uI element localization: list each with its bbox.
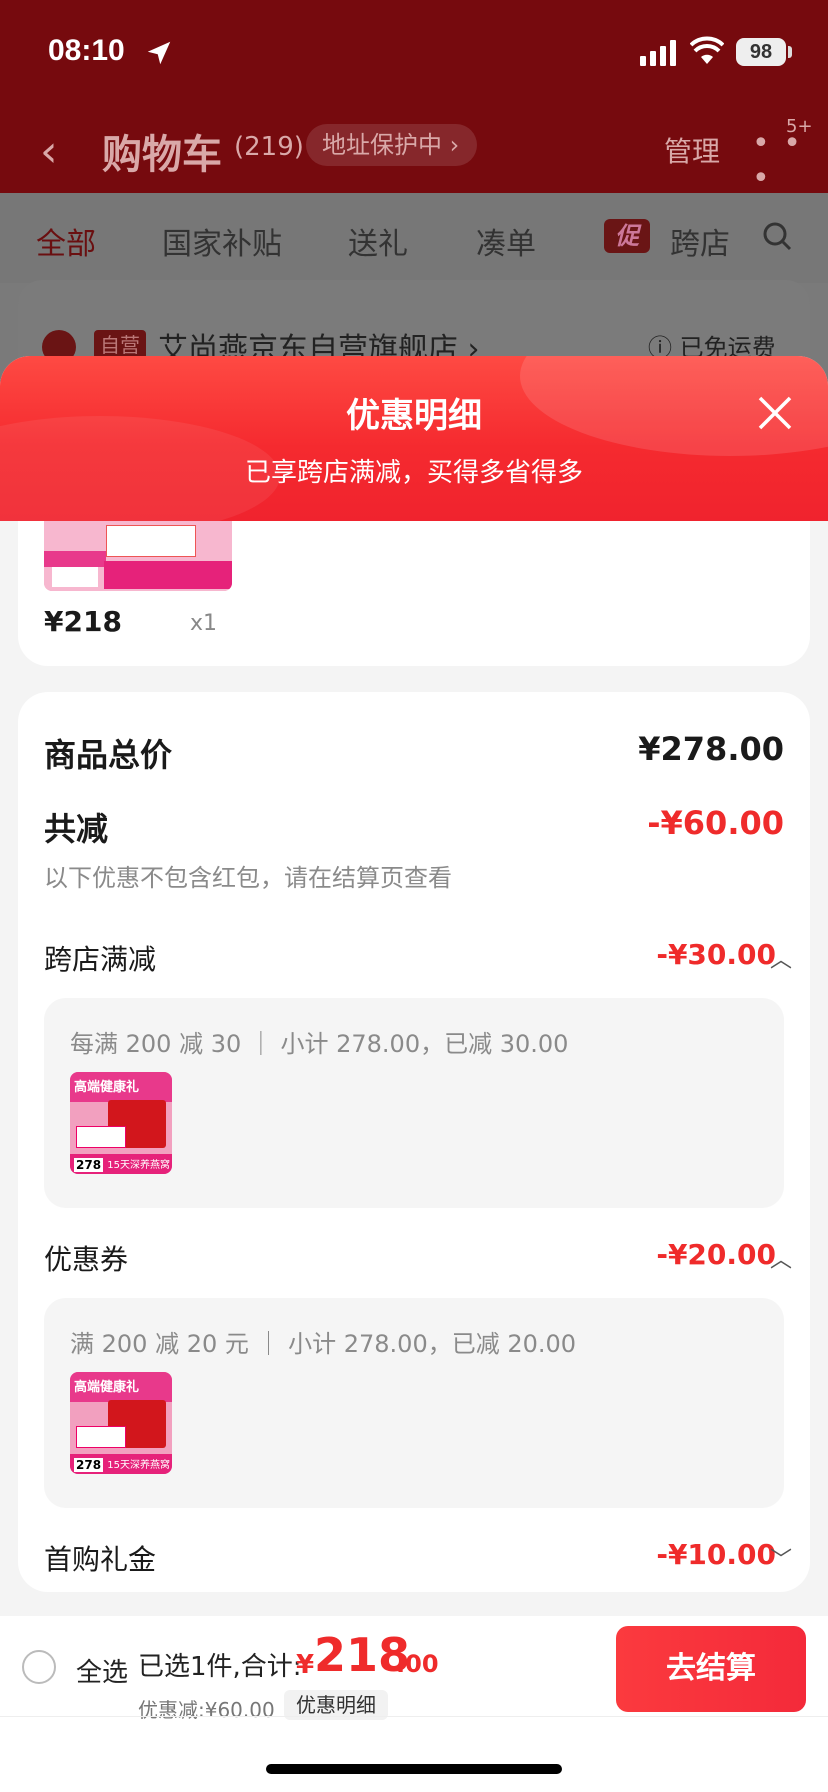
promo-badge: 促 [604,219,650,253]
select-all-checkbox[interactable] [22,1650,56,1684]
back-button[interactable]: ‹ [40,126,58,177]
discount-detail-card: 商品总价 ¥278.00 共减 -¥60.00 以下优惠不包含红包，请在结算页查… [18,692,810,1592]
address-protect-pill[interactable]: 地址保护中 › [306,124,478,166]
home-indicator[interactable] [266,1764,562,1774]
section-value: -¥20.00 [656,1238,776,1271]
tab-combine[interactable]: 凑单 [476,219,536,263]
cart-count: (219) [234,132,304,162]
total-reduction-label: 共减 [44,810,109,848]
discount-rule: 满 200 减 20 元 ｜ 小计 278.00，已减 20.00 [70,1330,577,1358]
total-reduction-value: -¥60.00 [647,804,784,842]
tab-cross-store[interactable]: 跨店 [670,219,730,263]
tab-gift[interactable]: 送礼 [348,219,408,263]
store-card: 自营 艾尚燕京东自营旗舰店 › ⓘ 已免运费 [18,280,810,367]
item-card: ¥218 x1 [18,521,810,666]
cellular-signal-icon [640,40,676,66]
selected-summary: 已选1件,合计: [138,1652,302,1682]
sheet-title: 优惠明细 [346,396,482,436]
status-bar: 08:10 98 [0,0,828,100]
tab-all[interactable]: 全部 [36,219,96,263]
total-price-value: ¥278.00 [638,730,784,768]
jar-grid-graphic [76,1126,126,1148]
chevron-up-icon: ︿ [769,1248,792,1273]
chevron-down-icon: ﹀ [769,1548,792,1573]
coupon-header[interactable]: 优惠券 -¥20.00 ︿ [44,1238,792,1282]
discount-rule: 每满 200 减 30 ｜ 小计 278.00，已减 30.00 [70,1030,569,1058]
cart-navbar: ‹ 购物车 (219) 地址保护中 › 管理 • • • 5+ [0,110,828,196]
thumb-price: 278 [74,1458,104,1472]
select-all-label[interactable]: 全选 [76,1652,128,1689]
section-label: 优惠券 [44,1243,129,1276]
product-thumbnail[interactable]: 高端健康礼 278 15天深养燕窝 [70,1372,172,1474]
section-value: -¥30.00 [656,938,776,971]
location-arrow-icon [147,41,171,65]
reduction-note: 以下优惠不包含红包，请在结算页查看 [44,864,452,892]
item-quantity: x1 [190,611,218,636]
saved-amount: 优惠减:¥60.00 [138,1698,275,1722]
total-reduction-row: 共减 -¥60.00 [44,804,784,854]
chevron-up-icon: ︿ [769,948,792,973]
thumb-band-text: 高端健康礼 [74,1080,140,1095]
total-price-row: 商品总价 ¥278.00 [44,730,784,780]
cross-store-discount-header[interactable]: 跨店满减 -¥30.00 ︿ [44,938,792,982]
thumb-band-text: 高端健康礼 [74,1380,140,1395]
close-icon[interactable] [756,394,794,432]
cart-tabs: 全部 国家补贴 送礼 凑单 促 跨店 [0,193,828,283]
thumb-tag: 15天深养燕窝 [107,1160,170,1171]
page-title: 购物车 [102,132,222,178]
manage-button[interactable]: 管理 [664,130,720,170]
item-price: ¥218 [44,605,122,638]
divider [0,1716,828,1717]
total-amount-decimal: .00 [396,1650,439,1678]
first-purchase-gift-header[interactable]: 首购礼金 -¥10.00 ﹀ [44,1538,792,1582]
coupon-box: 满 200 减 20 元 ｜ 小计 278.00，已减 20.00 高端健康礼 … [44,1298,784,1508]
battery-indicator: 98 [736,38,786,66]
wifi-icon [690,36,724,64]
currency-symbol: ¥ [296,1650,315,1680]
notification-badge: 5+ [786,116,813,137]
search-icon[interactable] [762,221,792,251]
tab-subsidy[interactable]: 国家补贴 [162,219,282,263]
thumb-tag: 15天深养燕窝 [107,1460,170,1471]
jar-grid-graphic [76,1426,126,1448]
total-price-label: 商品总价 [44,736,173,774]
battery-tip [788,46,792,58]
status-time: 08:10 [48,34,125,67]
product-thumbnail[interactable]: 高端健康礼 278 15天深养燕窝 [70,1072,172,1174]
cross-store-discount-box: 每满 200 减 30 ｜ 小计 278.00，已减 30.00 高端健康礼 2… [44,998,784,1208]
section-label: 首购礼金 [44,1543,157,1576]
product-thumbnail[interactable] [44,521,232,591]
section-value: -¥10.00 [656,1538,776,1571]
checkout-button[interactable]: 去结算 [616,1626,806,1712]
thumb-price: 278 [74,1158,104,1172]
sheet-header: 优惠明细 已享跨店满减，买得多省得多 [0,356,828,521]
section-label: 跨店满减 [44,943,157,976]
sheet-subtitle: 已享跨店满减，买得多省得多 [244,458,583,488]
discount-detail-sheet: 优惠明细 已享跨店满减，买得多省得多 ¥218 x1 商品总价 ¥278.00 … [0,356,828,1792]
